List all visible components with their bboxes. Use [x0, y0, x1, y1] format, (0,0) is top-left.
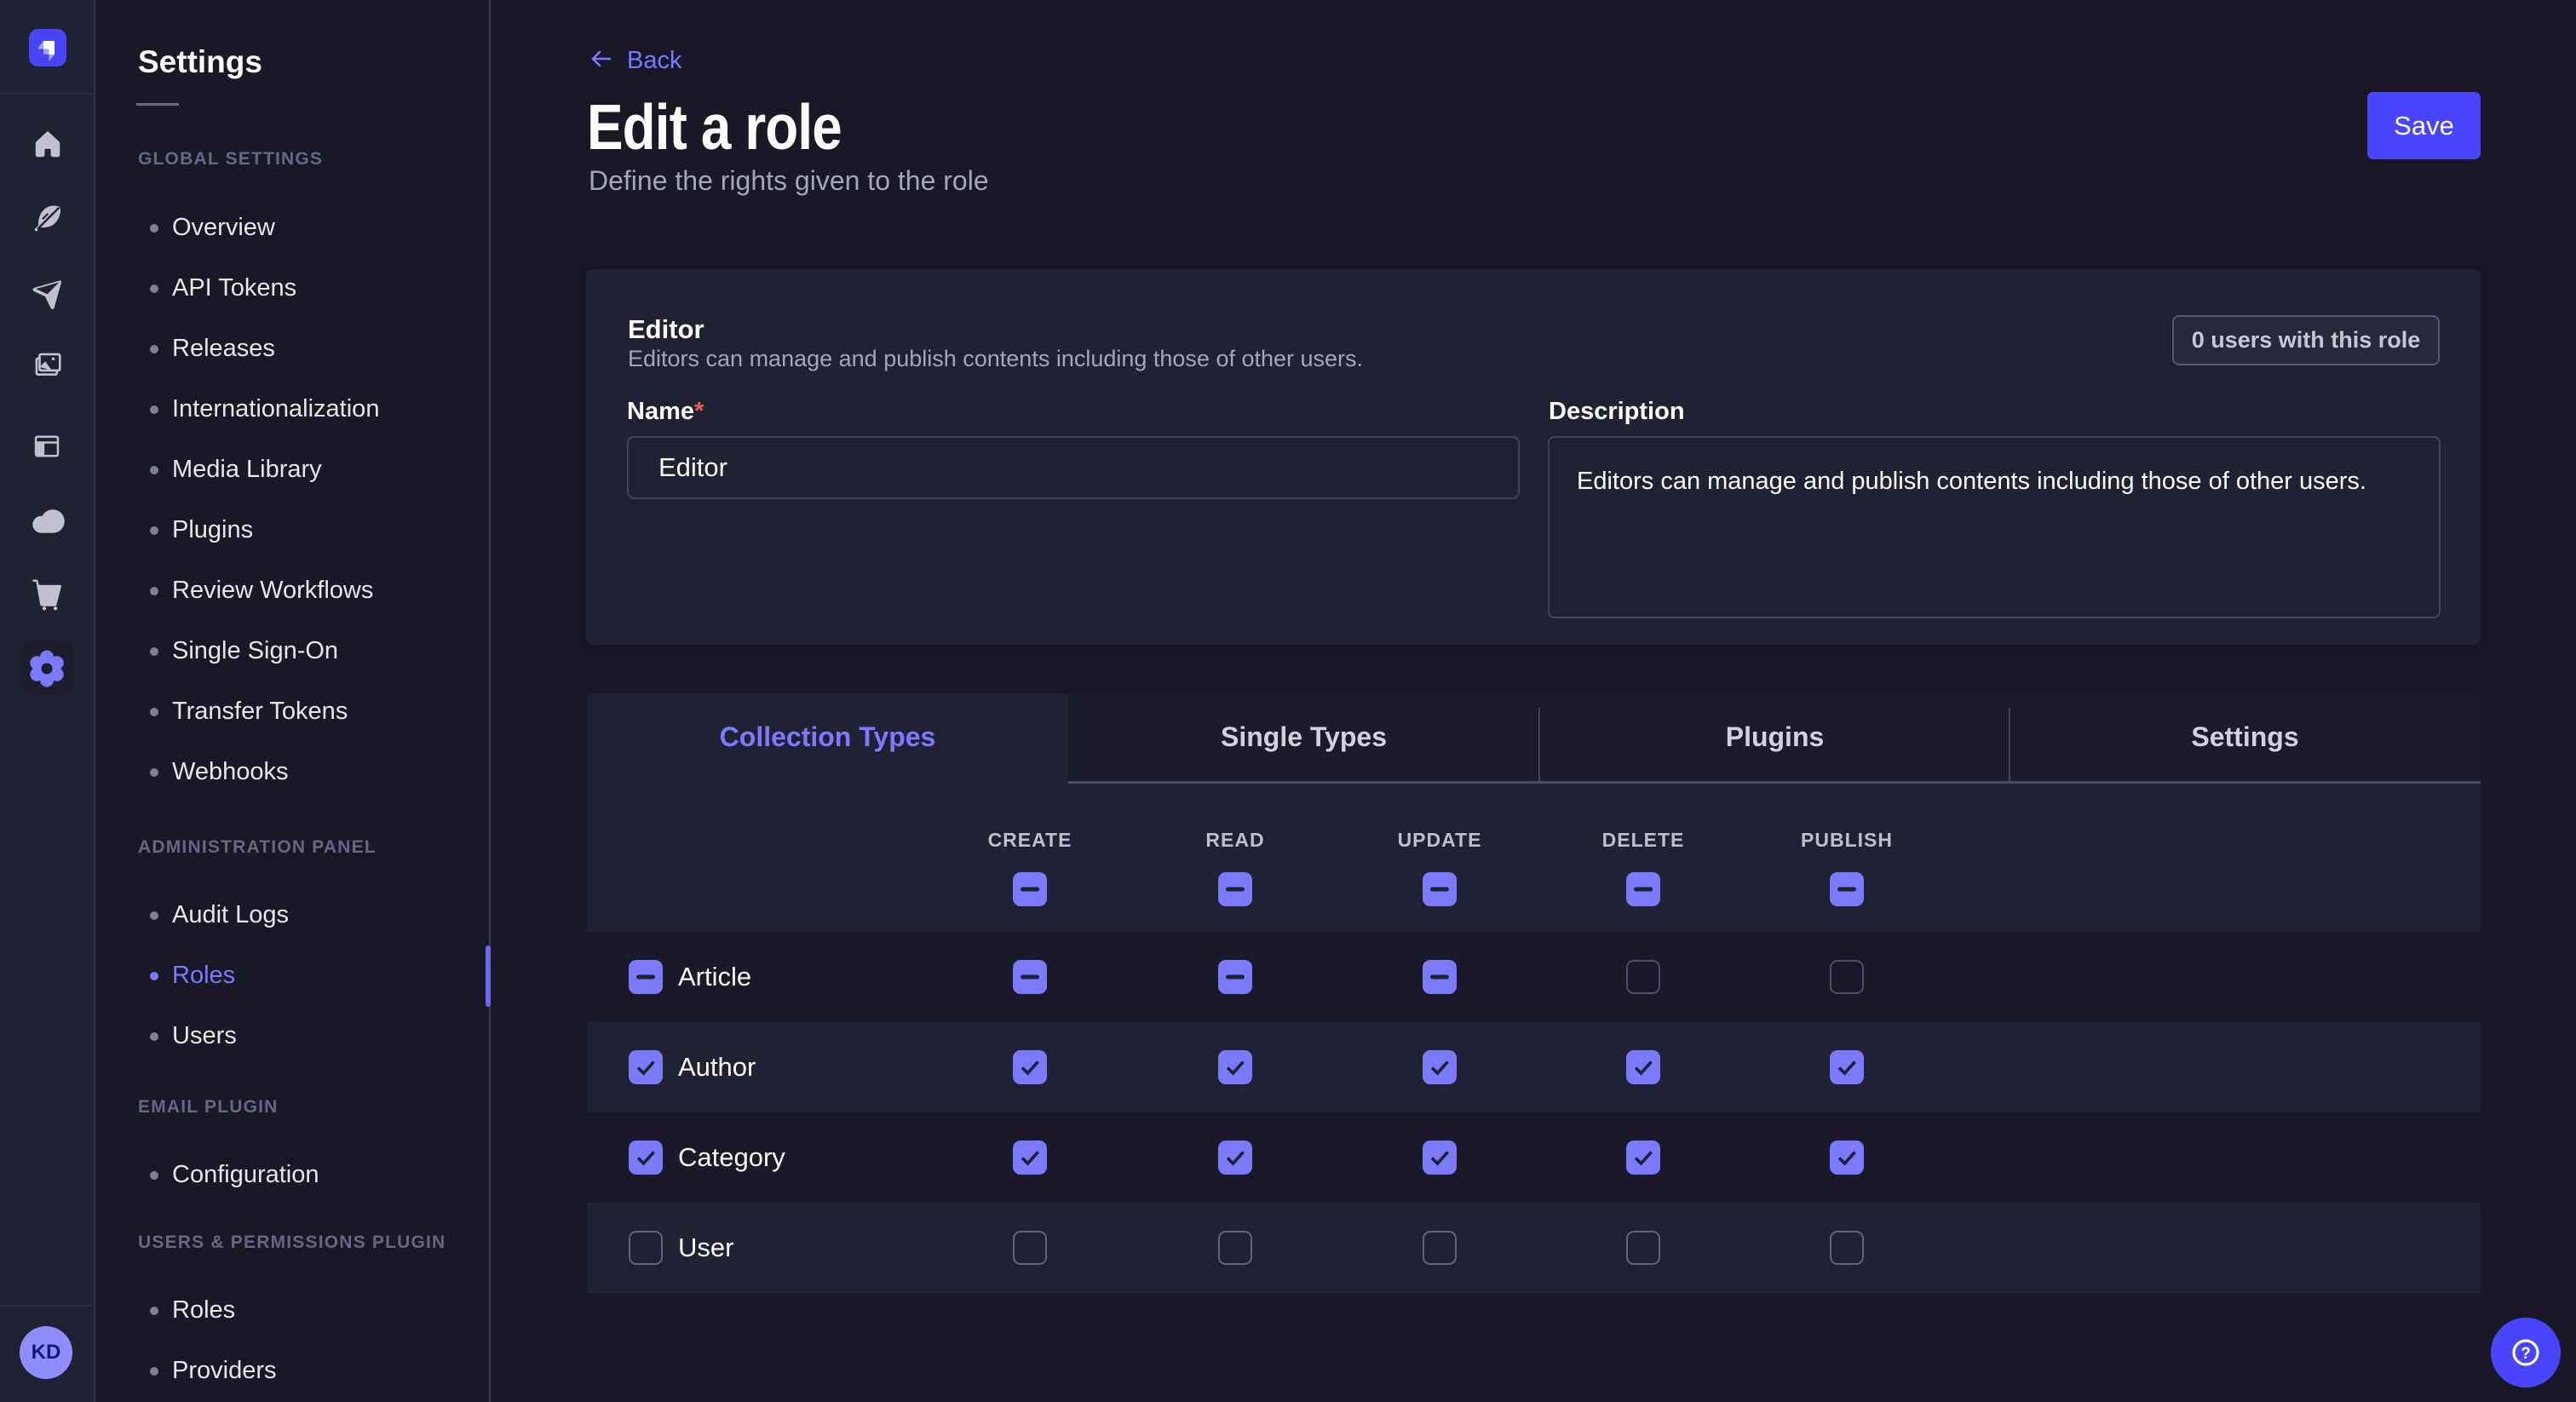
svg-text:?: ?: [2521, 1345, 2531, 1363]
